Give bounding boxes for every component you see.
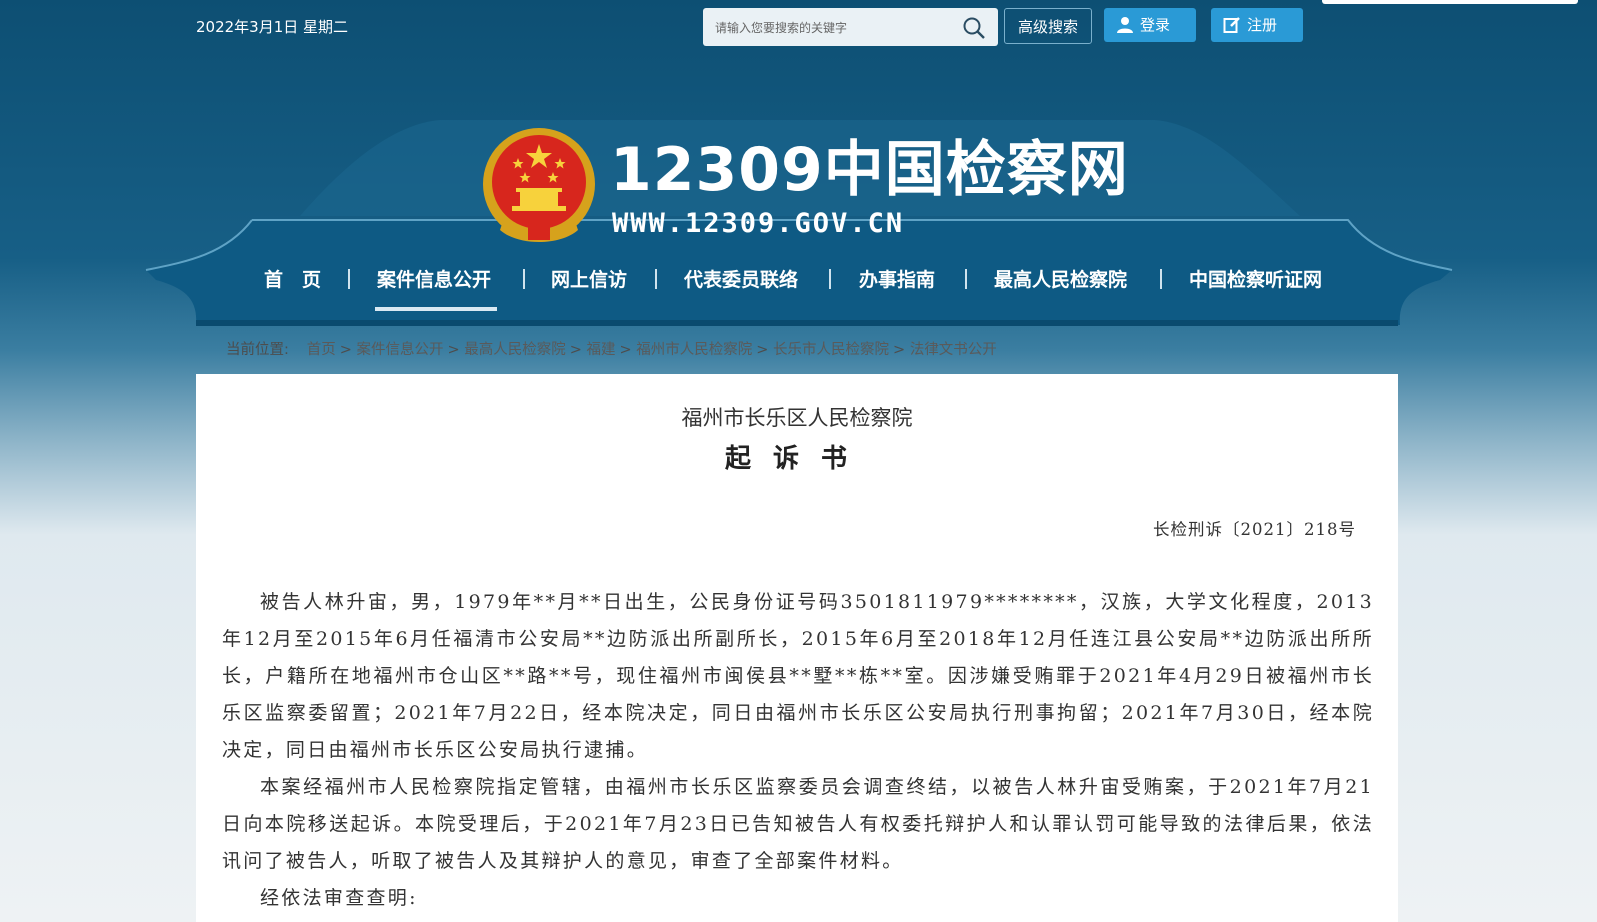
breadcrumb-fuzhou[interactable]: 福州市人民检察院 bbox=[636, 342, 752, 358]
main-nav: 首 页 案件信息公开 网上信访 代表委员联络 办事指南 最高人民检察院 中国检察… bbox=[196, 255, 1398, 319]
document-paragraph: 本案经福州市人民检察院指定管辖，由福州市长乐区监察委员会调查终结，以被告人林升宙… bbox=[222, 776, 1374, 872]
nav-divider bbox=[655, 269, 657, 289]
document-org: 福州市长乐区人民检察院 bbox=[681, 406, 913, 430]
nav-home[interactable]: 首 页 bbox=[264, 265, 321, 292]
document-paragraph: 被告人林升宙，男，1979年**月**日出生，公民身份证号码3501811979… bbox=[222, 591, 1374, 761]
search-input[interactable] bbox=[713, 16, 957, 40]
breadcrumb: 当前位置: 首页 > 案件信息公开 > 最高人民检察院 > 福建 > 福州市人民检察院 >… bbox=[226, 342, 997, 358]
nav-hearing[interactable]: 中国检察听证网 bbox=[1189, 265, 1322, 292]
nav-petition[interactable]: 网上信访 bbox=[551, 265, 627, 292]
top-bar: 2022年3月1日 星期二 高级搜索 登录 注册 bbox=[0, 0, 1597, 50]
breadcrumb-changle[interactable]: 长乐市人民检察院 bbox=[773, 342, 889, 358]
nav-case-info[interactable]: 案件信息公开 bbox=[377, 265, 491, 292]
document-title: 起诉书 bbox=[724, 444, 869, 474]
document-panel: 福州市长乐区人民检察院 起诉书 长检刑诉〔2021〕218号 被告人林升宙，男，… bbox=[196, 374, 1398, 922]
breadcrumb-home[interactable]: 首页 bbox=[307, 342, 336, 358]
nav-active-indicator bbox=[375, 307, 497, 311]
search-icon[interactable] bbox=[962, 16, 986, 40]
nav-divider bbox=[348, 269, 350, 289]
login-label: 登录 bbox=[1140, 16, 1171, 34]
register-label: 注册 bbox=[1247, 16, 1278, 34]
site-logo-text: 12309中国检察网 bbox=[610, 135, 1129, 205]
nav-spp[interactable]: 最高人民检察院 bbox=[994, 265, 1127, 292]
current-date: 2022年3月1日 星期二 bbox=[196, 18, 349, 36]
breadcrumb-case-info[interactable]: 案件信息公开 bbox=[356, 342, 443, 358]
breadcrumb-label: 当前位置: bbox=[226, 342, 289, 358]
nav-guide[interactable]: 办事指南 bbox=[859, 265, 935, 292]
breadcrumb-fujian[interactable]: 福建 bbox=[587, 342, 616, 358]
breadcrumb-legal-docs[interactable]: 法律文书公开 bbox=[910, 342, 997, 358]
advanced-search-button[interactable]: 高级搜索 bbox=[1004, 8, 1092, 44]
nav-divider bbox=[965, 269, 967, 289]
breadcrumb-spp[interactable]: 最高人民检察院 bbox=[464, 342, 566, 358]
document-number: 长检刑诉〔2021〕218号 bbox=[1153, 520, 1356, 539]
nav-divider bbox=[523, 269, 525, 289]
search-box bbox=[703, 8, 998, 46]
nav-divider bbox=[829, 269, 831, 289]
top-right-panel bbox=[1322, 0, 1578, 4]
document-body: 被告人林升宙，男，1979年**月**日出生，公民身份证号码3501811979… bbox=[222, 584, 1374, 917]
national-emblem-icon bbox=[483, 128, 595, 242]
user-icon bbox=[1117, 17, 1133, 33]
edit-icon bbox=[1223, 17, 1240, 33]
nav-representative[interactable]: 代表委员联络 bbox=[684, 265, 798, 292]
document-paragraph: 经依法审查查明: bbox=[260, 887, 418, 909]
nav-divider bbox=[1160, 269, 1162, 289]
site-url: WWW.12309.GOV.CN bbox=[612, 208, 905, 239]
register-button[interactable]: 注册 bbox=[1211, 8, 1303, 42]
login-button[interactable]: 登录 bbox=[1104, 8, 1196, 42]
